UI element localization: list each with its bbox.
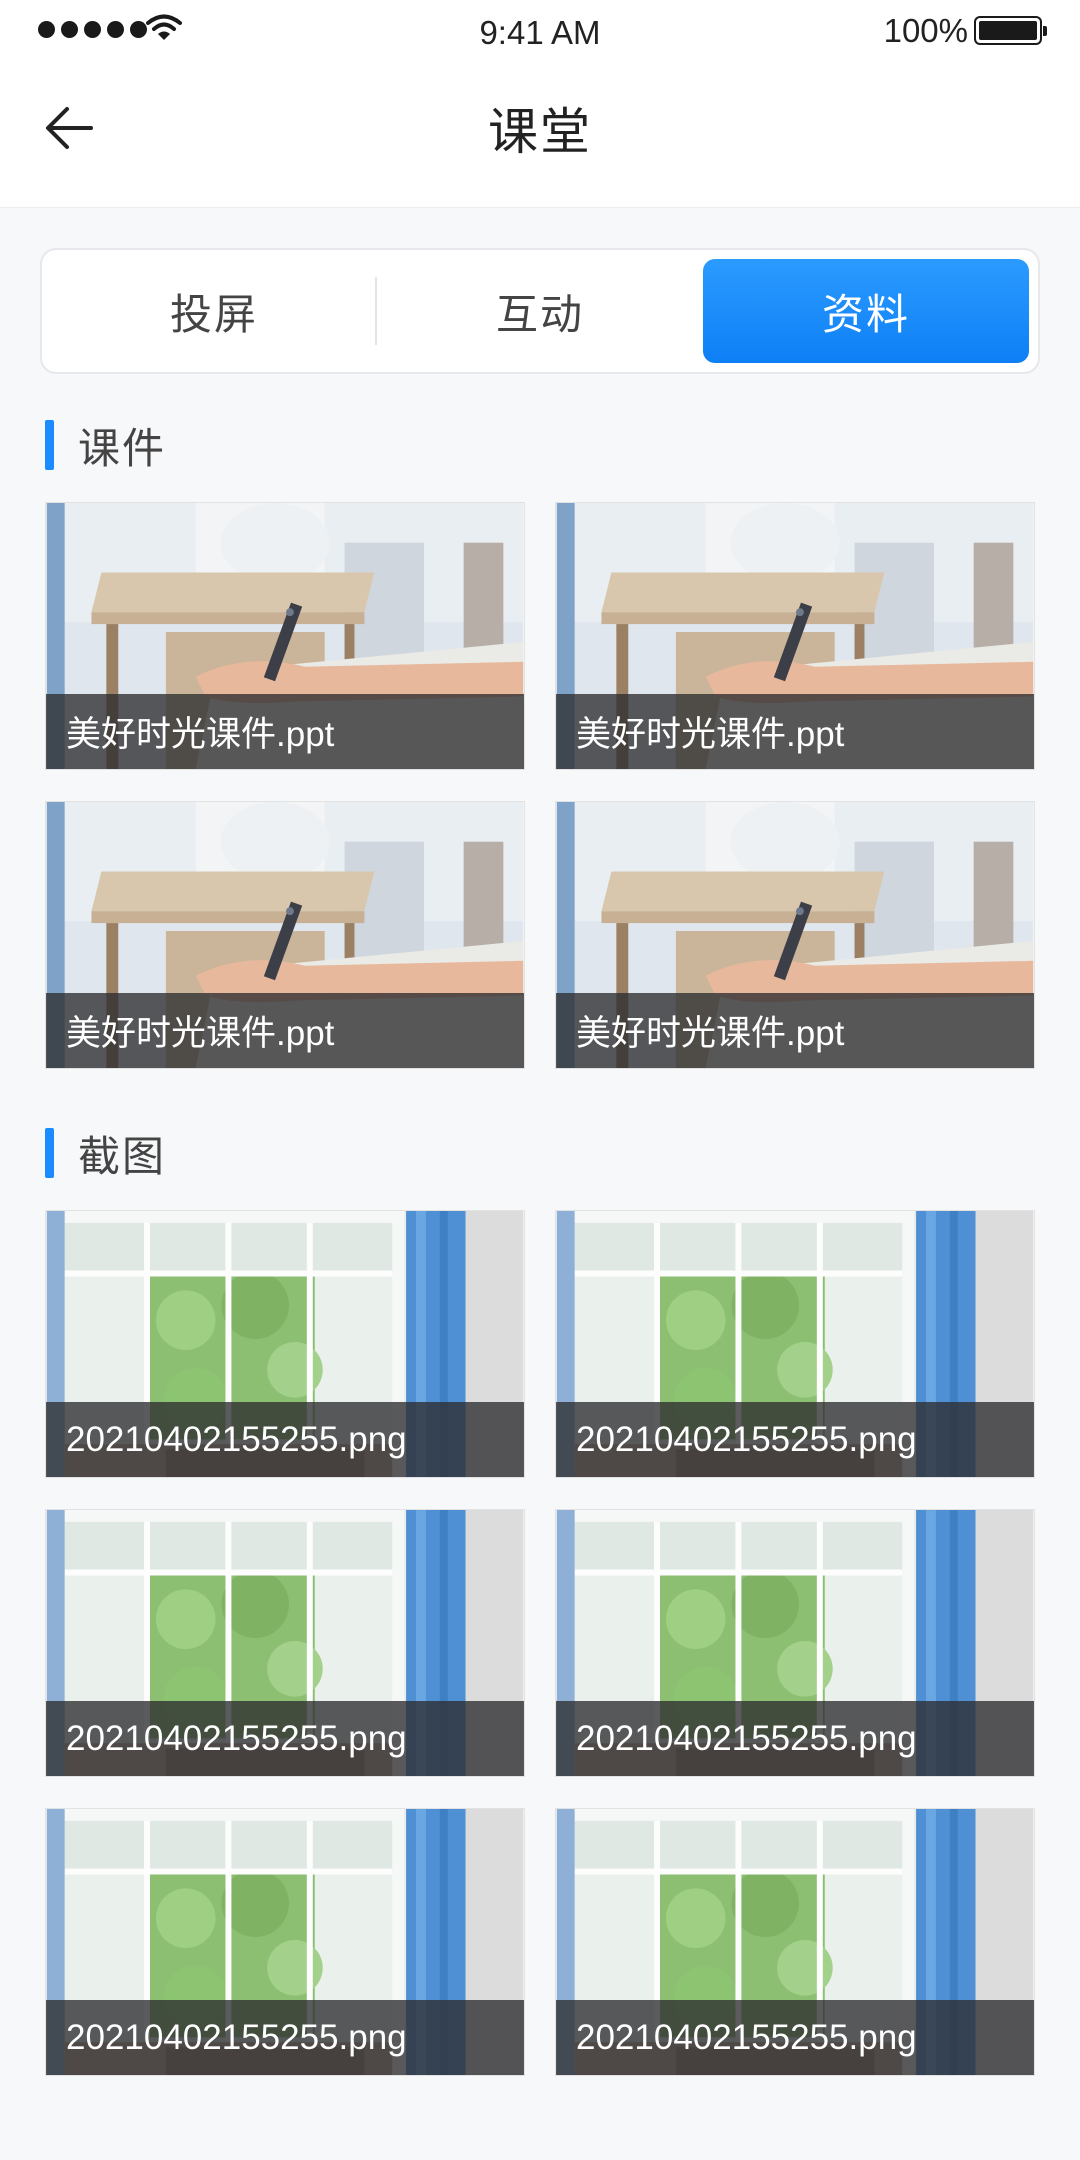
file-name: 美好时光课件.ppt [556,993,1034,1068]
file-name: 20210402155255.png [556,1402,1034,1477]
screenshot-card[interactable]: 20210402155255.png [45,1210,525,1478]
file-name: 20210402155255.png [46,2000,524,2075]
tab-screen-cast[interactable]: 投屏 [51,259,377,363]
section-accent-bar [45,1128,54,1178]
courseware-section-title: 课件 [78,423,167,473]
file-name: 美好时光课件.ppt [556,694,1034,769]
segmented-tabs: 投屏 互动 资料 [40,248,1040,374]
screenshot-card[interactable]: 20210402155255.png [555,1808,1035,2076]
screenshot-card[interactable]: 20210402155255.png [45,1808,525,2076]
file-name: 20210402155255.png [46,1402,524,1477]
courseware-card[interactable]: 美好时光课件.ppt [555,502,1035,770]
courseware-card[interactable]: 美好时光课件.ppt [555,801,1035,1069]
screenshot-card[interactable]: 20210402155255.png [45,1509,525,1777]
file-name: 20210402155255.png [556,1701,1034,1776]
tab-interaction[interactable]: 互动 [377,259,703,363]
section-accent-bar [45,420,54,470]
screenshot-card[interactable]: 20210402155255.png [555,1210,1035,1478]
tab-materials[interactable]: 资料 [703,259,1029,363]
nav-bar: 课堂 [0,62,1080,208]
status-bar: 9:41 AM 100% [0,0,1080,62]
courseware-grid: 美好时光课件.ppt 美好时光课件.ppt 美好时光课件.ppt 美好时光课件.… [45,502,1035,1069]
courseware-card[interactable]: 美好时光课件.ppt [45,502,525,770]
file-name: 20210402155255.png [46,1701,524,1776]
battery-icon [974,16,1047,45]
battery-percentage: 100% [883,12,968,49]
page-title: 课堂 [488,103,592,161]
file-name: 美好时光课件.ppt [46,993,524,1068]
file-name: 20210402155255.png [556,2000,1034,2075]
screenshots-section-header: 截图 [45,1128,166,1181]
file-name: 美好时光课件.ppt [46,694,524,769]
courseware-section-header: 课件 [45,420,166,473]
screenshots-section-title: 截图 [78,1131,167,1181]
screenshot-card[interactable]: 20210402155255.png [555,1509,1035,1777]
courseware-card[interactable]: 美好时光课件.ppt [45,801,525,1069]
screenshots-grid: 20210402155255.png 20210402155255.png 20… [45,1210,1035,2076]
